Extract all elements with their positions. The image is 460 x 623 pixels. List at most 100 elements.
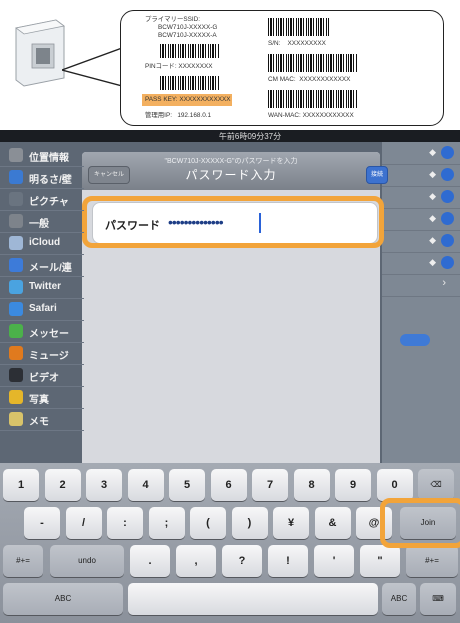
photos-icon <box>9 390 23 404</box>
number-key[interactable]: 5 <box>169 469 205 501</box>
status-time: 午前6時09分37分 <box>218 132 282 141</box>
sidebar-item[interactable]: メモ <box>0 408 84 431</box>
location-icon <box>9 148 23 162</box>
safari-icon <box>9 302 23 316</box>
number-key[interactable]: 2 <box>44 469 81 501</box>
pin-barcode <box>160 44 220 58</box>
number-key[interactable]: 0 <box>376 469 413 501</box>
sidebar-item-label: iCloud <box>29 237 61 248</box>
detail-row[interactable]: ◆ <box>382 252 460 275</box>
info-badge-icon[interactable] <box>441 234 454 247</box>
sidebar-item[interactable]: ミュージ <box>0 342 84 365</box>
join-key-highlight <box>380 498 460 548</box>
symbol-key[interactable]: . <box>130 545 170 577</box>
number-key[interactable]: 8 <box>293 469 330 501</box>
sidebar-item-label: メッセー <box>29 329 69 340</box>
chevron-right-icon: › <box>442 277 446 289</box>
number-key[interactable]: 1 <box>3 469 39 501</box>
sidebar-item-label: 位置情報 <box>29 153 69 164</box>
symbol-key[interactable]: : <box>107 507 143 539</box>
number-key[interactable]: 3 <box>86 469 122 501</box>
wifi-icon: ◆ <box>429 191 436 201</box>
router-label-illustration: プライマリーSSID: BCW710J-XXXXX-G BCW710J-XXXX… <box>0 0 460 127</box>
picture-frame-icon <box>9 192 23 206</box>
symbol-key[interactable]: / <box>65 507 102 539</box>
number-key[interactable]: 9 <box>335 469 371 501</box>
symbol-key[interactable]: , <box>176 545 216 577</box>
symbol-key[interactable]: ' <box>314 545 354 577</box>
sidebar-item[interactable]: ビデオ <box>0 364 84 387</box>
symbol-key[interactable]: ) <box>231 507 268 539</box>
wan-mac-barcode <box>268 90 358 108</box>
sidebar-item-label: 写真 <box>29 395 49 406</box>
detail-row[interactable]: ◆ <box>382 208 460 231</box>
sidebar-item-label: 一般 <box>29 219 49 230</box>
join-nav-button[interactable]: 接続 <box>366 166 388 184</box>
admin-ip-text: 管理用IP: 192.168.0.1 <box>145 112 212 119</box>
info-badge-icon[interactable] <box>441 256 454 269</box>
sidebar-item[interactable]: 明るさ/壁 <box>0 166 84 189</box>
shift-symbols-key[interactable]: #+= <box>3 545 43 577</box>
ssid-value-2: BCW710J-XXXXX-A <box>158 32 217 39</box>
symbol-key[interactable]: ( <box>190 507 226 539</box>
sidebar-item[interactable]: Safari <box>0 298 84 321</box>
info-badge-icon[interactable] <box>441 146 454 159</box>
symbol-key[interactable]: ! <box>268 545 308 577</box>
abc-key[interactable]: ABC <box>3 583 123 615</box>
toggle-switch[interactable] <box>400 334 430 346</box>
symbol-key[interactable]: & <box>314 507 351 539</box>
abc-key[interactable]: ABC <box>382 583 416 615</box>
sidebar-item-label: メール/連 <box>29 263 72 274</box>
detail-row[interactable]: ◆ <box>382 186 460 209</box>
brightness-icon <box>9 170 23 184</box>
info-badge-icon[interactable] <box>441 212 454 225</box>
ssid-value-1: BCW710J-XXXXX-G <box>158 24 218 31</box>
sidebar-item-label: Safari <box>29 303 57 314</box>
sidebar-item[interactable]: iCloud <box>0 232 84 255</box>
symbol-key[interactable]: ; <box>148 507 185 539</box>
symbol-key[interactable]: ? <box>222 545 262 577</box>
wifi-icon: ◆ <box>429 235 436 245</box>
wifi-icon: ◆ <box>429 257 436 267</box>
number-key[interactable]: 7 <box>252 469 288 501</box>
sidebar-item[interactable]: メール/連 <box>0 254 84 277</box>
router-device-icon <box>15 19 65 87</box>
backspace-key[interactable]: ⌫ <box>418 469 454 501</box>
callout-pointer <box>62 47 122 87</box>
number-key[interactable]: 6 <box>210 469 247 501</box>
detail-row[interactable]: ◆ <box>382 142 460 165</box>
sidebar-item[interactable]: 位置情報 <box>0 144 84 167</box>
number-key[interactable]: 4 <box>127 469 164 501</box>
passkey-barcode <box>160 76 220 90</box>
music-icon <box>9 346 23 360</box>
primary-ssid-label: プライマリーSSID: <box>145 16 201 23</box>
sidebar-item[interactable]: ピクチャ <box>0 188 84 211</box>
shift-symbols-key[interactable]: #+= <box>406 545 458 577</box>
detail-row[interactable]: › <box>382 274 460 297</box>
detail-row[interactable]: ◆ <box>382 164 460 187</box>
sidebar-item[interactable]: 一般 <box>0 210 84 233</box>
symbol-key[interactable]: " <box>360 545 400 577</box>
sn-text: S/N: XXXXXXXXX <box>268 40 326 47</box>
modal-title: パスワード入力 <box>185 168 277 182</box>
sidebar-item[interactable]: 写真 <box>0 386 84 409</box>
video-icon <box>9 368 23 382</box>
detail-row[interactable]: ◆ <box>382 230 460 253</box>
sidebar-item-label: 明るさ/壁 <box>29 175 72 186</box>
cloud-icon <box>9 236 23 250</box>
sidebar-item-label: ピクチャ <box>29 197 69 208</box>
symbol-key[interactable]: - <box>24 507 60 539</box>
info-badge-icon[interactable] <box>441 168 454 181</box>
sidebar-item[interactable]: Twitter <box>0 276 84 299</box>
cm-mac-text: CM MAC: XXXXXXXXXXXX <box>268 76 351 83</box>
status-bar: 午前6時09分37分 <box>0 130 460 142</box>
dismiss-keyboard-key[interactable]: ⌨ <box>420 583 456 615</box>
wan-mac-text: WAN-MAC: XXXXXXXXXXXX <box>268 112 354 119</box>
pin-label: PINコード: XXXXXXXX <box>145 63 213 70</box>
symbol-key[interactable]: ¥ <box>273 507 309 539</box>
modal-prompt: "BCW710J-XXXXX-G"のパスワードを入力 <box>164 158 298 165</box>
space-key[interactable] <box>128 583 378 615</box>
sidebar-item[interactable]: メッセー <box>0 320 84 343</box>
undo-key[interactable]: undo <box>50 545 124 577</box>
info-badge-icon[interactable] <box>441 190 454 203</box>
